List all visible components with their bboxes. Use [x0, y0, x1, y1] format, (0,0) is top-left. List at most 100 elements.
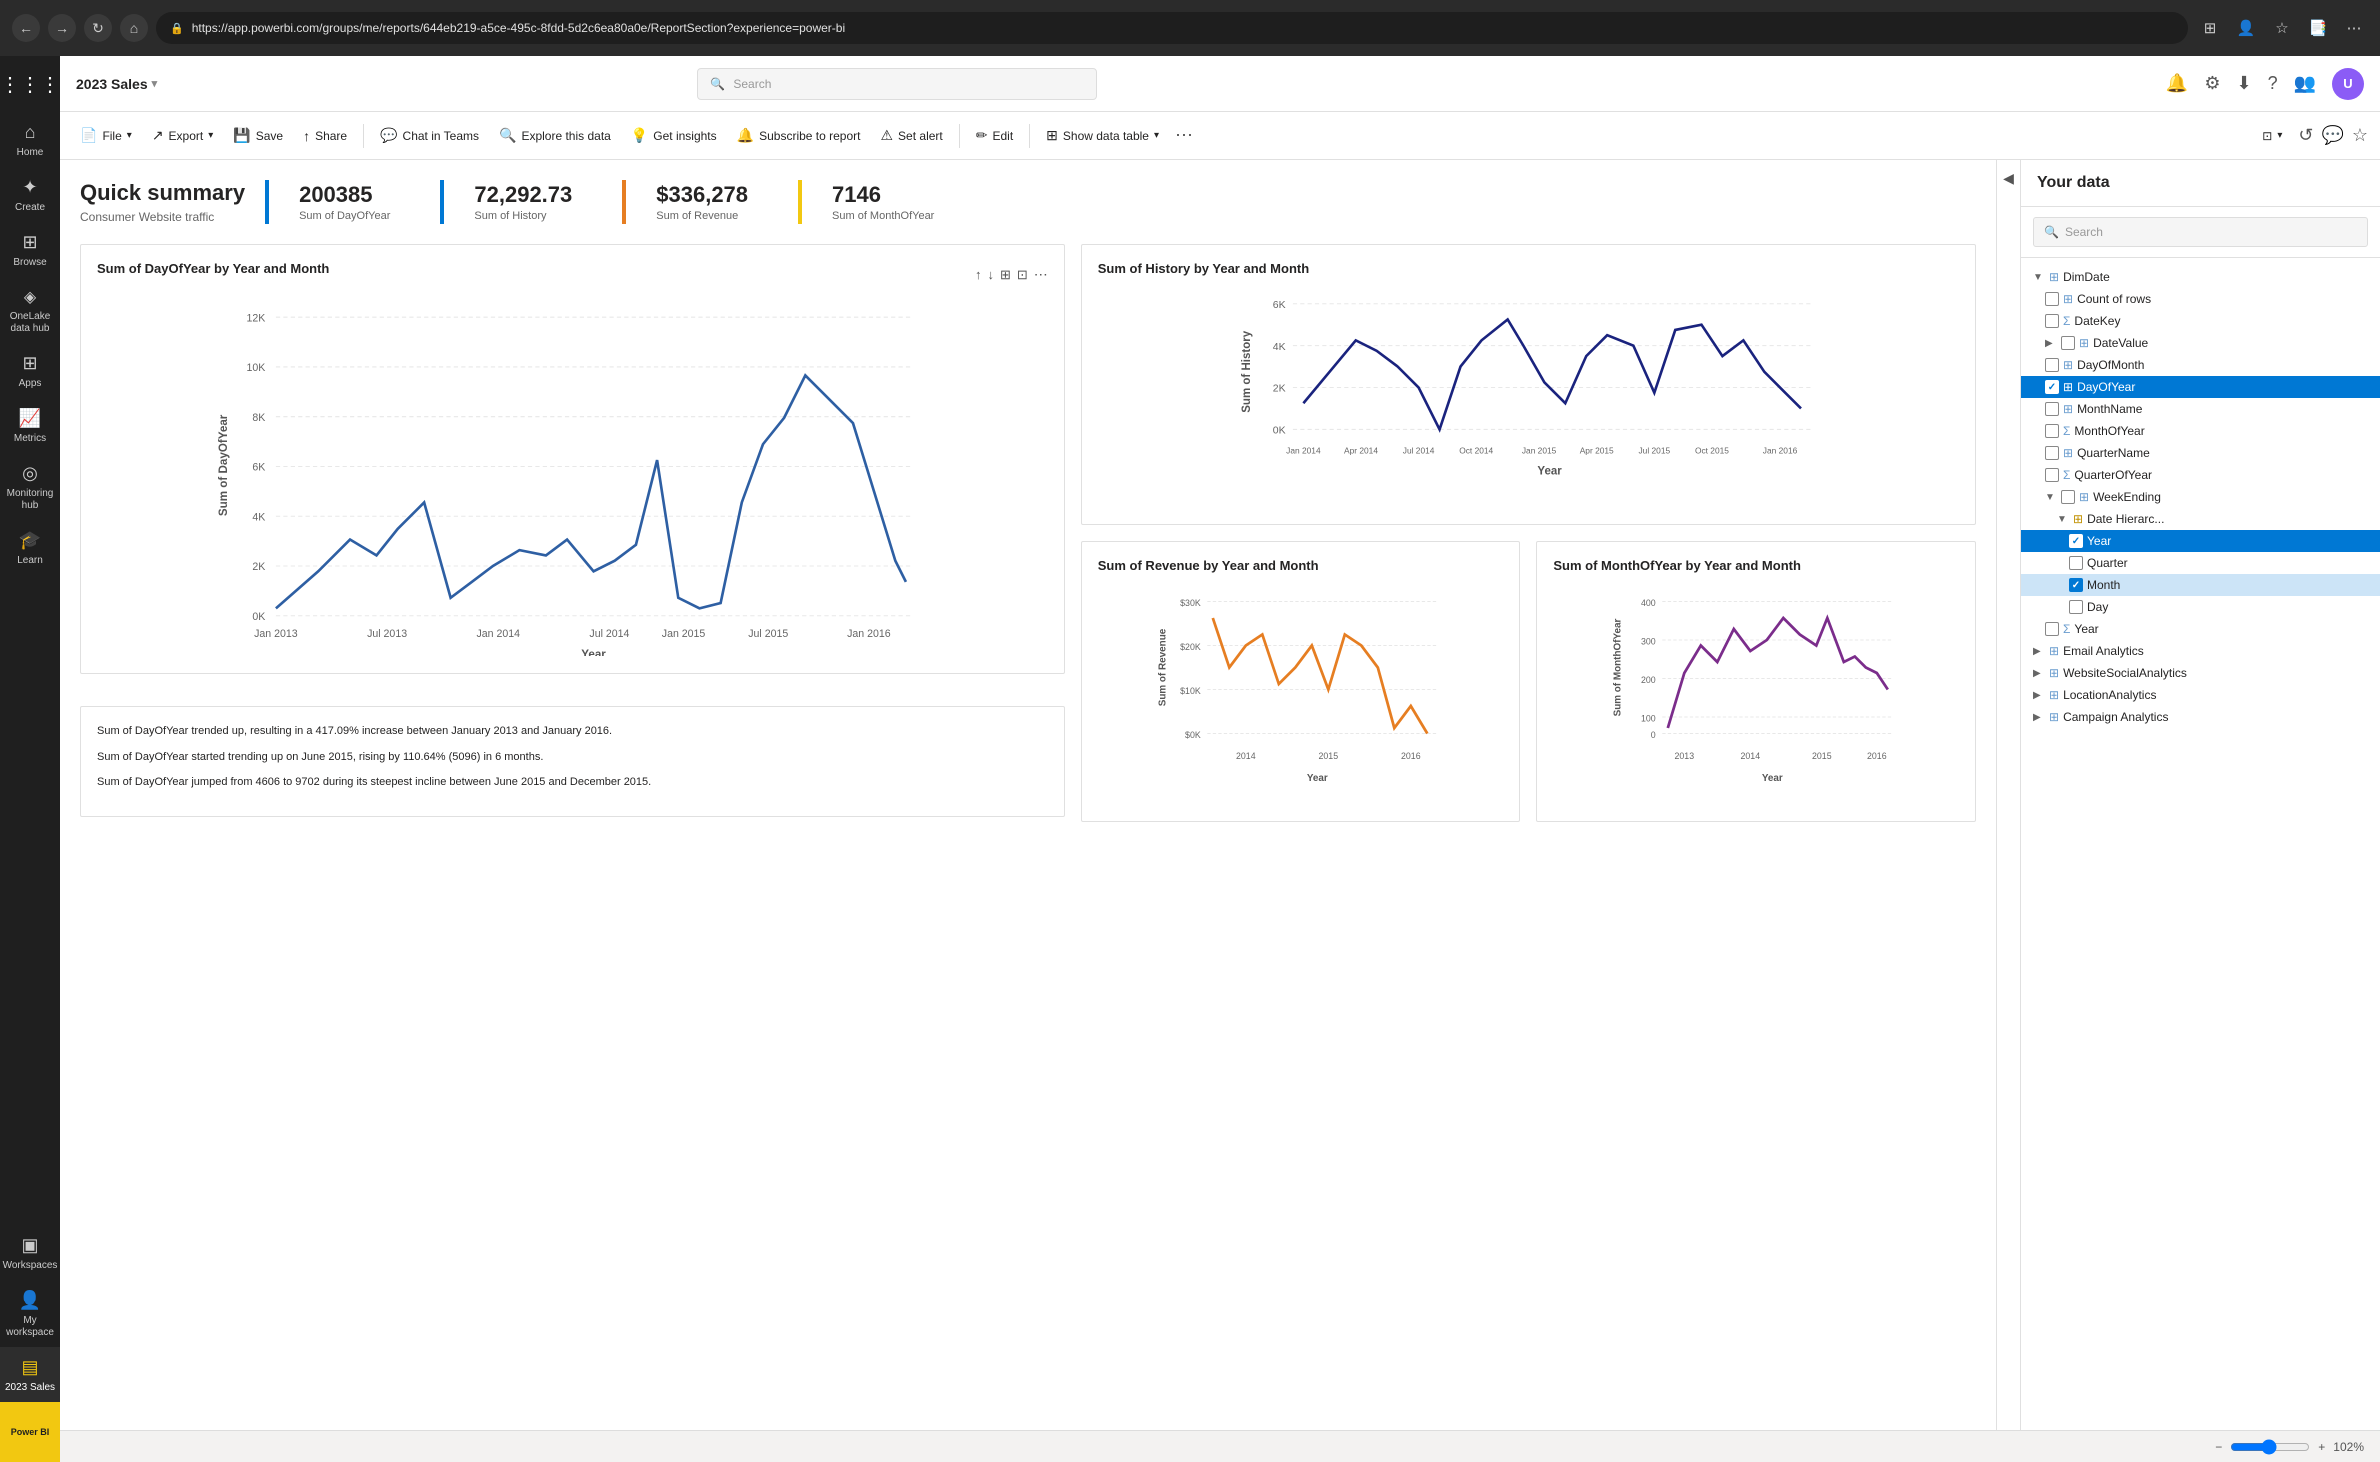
monthofyear-checkbox[interactable] [2045, 424, 2059, 438]
help-icon[interactable]: ? [2268, 73, 2278, 94]
refresh-button[interactable]: ↻ [84, 14, 112, 42]
svg-text:2015: 2015 [1812, 751, 1832, 761]
sidebar-item-metrics[interactable]: 📈 Metrics [0, 398, 60, 453]
view-toggle-button[interactable]: ⊡ ▾ [2254, 124, 2290, 148]
month-checkbox[interactable]: ✓ [2069, 578, 2083, 592]
sidebar-item-workspaces[interactable]: ▣ Workspaces [0, 1225, 60, 1280]
chart-focus-icon[interactable]: ⊡ [1017, 267, 1028, 283]
top-search-bar[interactable]: 🔍 Search [697, 68, 1097, 100]
kpi2-label: Sum of History [474, 210, 546, 222]
explore-data-button[interactable]: 🔍 Explore this data [491, 122, 619, 149]
edit-button[interactable]: ✏ Edit [968, 122, 1021, 149]
tree-item-datevalue[interactable]: ▶ ⊞ DateValue [2021, 332, 2380, 354]
month-label: Month [2087, 578, 2368, 592]
tree-item-monthofyear[interactable]: Σ MonthOfYear [2021, 420, 2380, 442]
sales-icon: ▤ [21, 1357, 38, 1378]
svg-text:0: 0 [1651, 730, 1656, 740]
edit-label: Edit [992, 129, 1013, 143]
tree-item-year2[interactable]: Σ Year [2021, 618, 2380, 640]
tree-item-dimdate[interactable]: ▼ ⊞ DimDate [2021, 266, 2380, 288]
filters-search-input[interactable]: 🔍 Search [2033, 217, 2368, 247]
download-icon[interactable]: ⬇ [2236, 73, 2251, 94]
url-bar[interactable]: 🔒 https://app.powerbi.com/groups/me/repo… [156, 12, 2188, 44]
chat-in-teams-button[interactable]: 💬 Chat in Teams [372, 122, 487, 149]
file-button[interactable]: 📄 File ▾ [72, 122, 140, 149]
tree-item-date-hierarc[interactable]: ▼ ⊞ Date Hierarc... [2021, 508, 2380, 530]
dayofmonth-table-icon: ⊞ [2063, 358, 2073, 372]
tree-item-campaign-analytics[interactable]: ▶ ⊞ Campaign Analytics [2021, 706, 2380, 728]
tree-item-quarter[interactable]: Quarter [2021, 552, 2380, 574]
export-button[interactable]: ↗ Export ▾ [144, 122, 221, 149]
sidebar-item-my-workspace[interactable]: 👤 Myworkspace [0, 1280, 60, 1347]
year2-checkbox[interactable] [2045, 622, 2059, 636]
share-people-icon[interactable]: 👥 [2294, 73, 2316, 94]
tree-item-location-analytics[interactable]: ▶ ⊞ LocationAnalytics [2021, 684, 2380, 706]
tree-item-quartername[interactable]: ⊞ QuarterName [2021, 442, 2380, 464]
sidebar-item-learn[interactable]: 🎓 Learn [0, 520, 60, 575]
quarter-label: Quarter [2087, 556, 2368, 570]
chart-sort-asc-icon[interactable]: ↑ [975, 267, 982, 282]
datekey-checkbox[interactable] [2045, 314, 2059, 328]
weekending-checkbox[interactable] [2061, 490, 2075, 504]
zoom-out-button[interactable]: − [2215, 1440, 2222, 1454]
tree-item-dayofyear[interactable]: ✓ ⊞ DayOfYear [2021, 376, 2380, 398]
sidebar-item-browse[interactable]: ⊞ Browse [0, 222, 60, 277]
home-browser-button[interactable]: ⌂ [120, 14, 148, 42]
datevalue-checkbox[interactable] [2061, 336, 2075, 350]
bookmark-icon[interactable]: 📑 [2304, 14, 2332, 42]
sidebar-item-apps[interactable]: ⊞ Apps [0, 343, 60, 398]
year-checkbox[interactable]: ✓ [2069, 534, 2083, 548]
show-data-button[interactable]: ⊞ Show data table ▾ [1038, 122, 1167, 149]
settings-icon[interactable]: ⚙ [2204, 73, 2220, 94]
title-dropdown-icon[interactable]: ▾ [152, 77, 158, 90]
tree-item-quarterofyear[interactable]: Σ QuarterOfYear [2021, 464, 2380, 486]
sidebar-item-home[interactable]: ⌂ Home [0, 112, 60, 167]
tree-item-day[interactable]: Day [2021, 596, 2380, 618]
quarter-checkbox[interactable] [2069, 556, 2083, 570]
zoom-in-button[interactable]: + [2318, 1440, 2325, 1454]
day-checkbox[interactable] [2069, 600, 2083, 614]
save-button[interactable]: 💾 Save [225, 122, 291, 149]
tree-item-count-rows[interactable]: ⊞ Count of rows [2021, 288, 2380, 310]
tree-item-weekending[interactable]: ▼ ⊞ WeekEnding [2021, 486, 2380, 508]
dayofmonth-checkbox[interactable] [2045, 358, 2059, 372]
tree-item-dayofmonth[interactable]: ⊞ DayOfMonth [2021, 354, 2380, 376]
zoom-slider[interactable] [2230, 1439, 2310, 1455]
sidebar-item-onelake[interactable]: ◈ OneLakedata hub [0, 277, 60, 343]
sidebar-item-create[interactable]: ✦ Create [0, 167, 60, 222]
sidebar-item-2023-sales[interactable]: ▤ 2023 Sales [0, 1347, 60, 1402]
chart-expand-icon[interactable]: ⊞ [1000, 267, 1011, 283]
tree-item-email-analytics[interactable]: ▶ ⊞ Email Analytics [2021, 640, 2380, 662]
notification-bell-icon[interactable]: 🔔 [2166, 73, 2188, 94]
tree-item-year[interactable]: ✓ Year [2021, 530, 2380, 552]
monthname-checkbox[interactable] [2045, 402, 2059, 416]
tree-item-datekey[interactable]: Σ DateKey [2021, 310, 2380, 332]
tree-item-monthname[interactable]: ⊞ MonthName [2021, 398, 2380, 420]
browser-menu-icon[interactable]: ⋯ [2340, 14, 2368, 42]
set-alert-button[interactable]: ⚠ Set alert [872, 122, 950, 149]
count-rows-checkbox[interactable] [2045, 292, 2059, 306]
user-avatar[interactable]: U [2332, 68, 2364, 100]
chart-sort-desc-icon[interactable]: ↓ [987, 267, 994, 282]
quarterofyear-checkbox[interactable] [2045, 468, 2059, 482]
share-button[interactable]: ↑ Share [295, 123, 355, 149]
toolbar-bookmark-icon[interactable]: ☆ [2352, 125, 2368, 146]
tree-item-website-social[interactable]: ▶ ⊞ WebsiteSocialAnalytics [2021, 662, 2380, 684]
profile-icon[interactable]: 👤 [2232, 14, 2260, 42]
get-insights-button[interactable]: 💡 Get insights [623, 122, 725, 149]
star-icon[interactable]: ☆ [2268, 14, 2296, 42]
quartername-checkbox[interactable] [2045, 446, 2059, 460]
dayofyear-checkbox[interactable]: ✓ [2045, 380, 2059, 394]
right-panel-toggle[interactable]: ◀ [1996, 160, 2020, 1430]
toolbar-comment-icon[interactable]: 💬 [2321, 125, 2343, 146]
toolbar-more-button[interactable]: ⋯ [1171, 121, 1197, 150]
chart-more-icon[interactable]: ⋯ [1034, 266, 1048, 283]
sidebar-item-monitoring[interactable]: ◎ Monitoringhub [0, 453, 60, 520]
tree-item-month[interactable]: ✓ Month [2021, 574, 2380, 596]
forward-button[interactable]: → [48, 14, 76, 42]
apps-menu-button[interactable]: ⋮⋮⋮ [0, 56, 60, 112]
back-button[interactable]: ← [12, 14, 40, 42]
subscribe-button[interactable]: 🔔 Subscribe to report [729, 122, 869, 149]
extensions-icon[interactable]: ⊞ [2196, 14, 2224, 42]
toolbar-refresh-icon[interactable]: ↺ [2298, 125, 2313, 146]
